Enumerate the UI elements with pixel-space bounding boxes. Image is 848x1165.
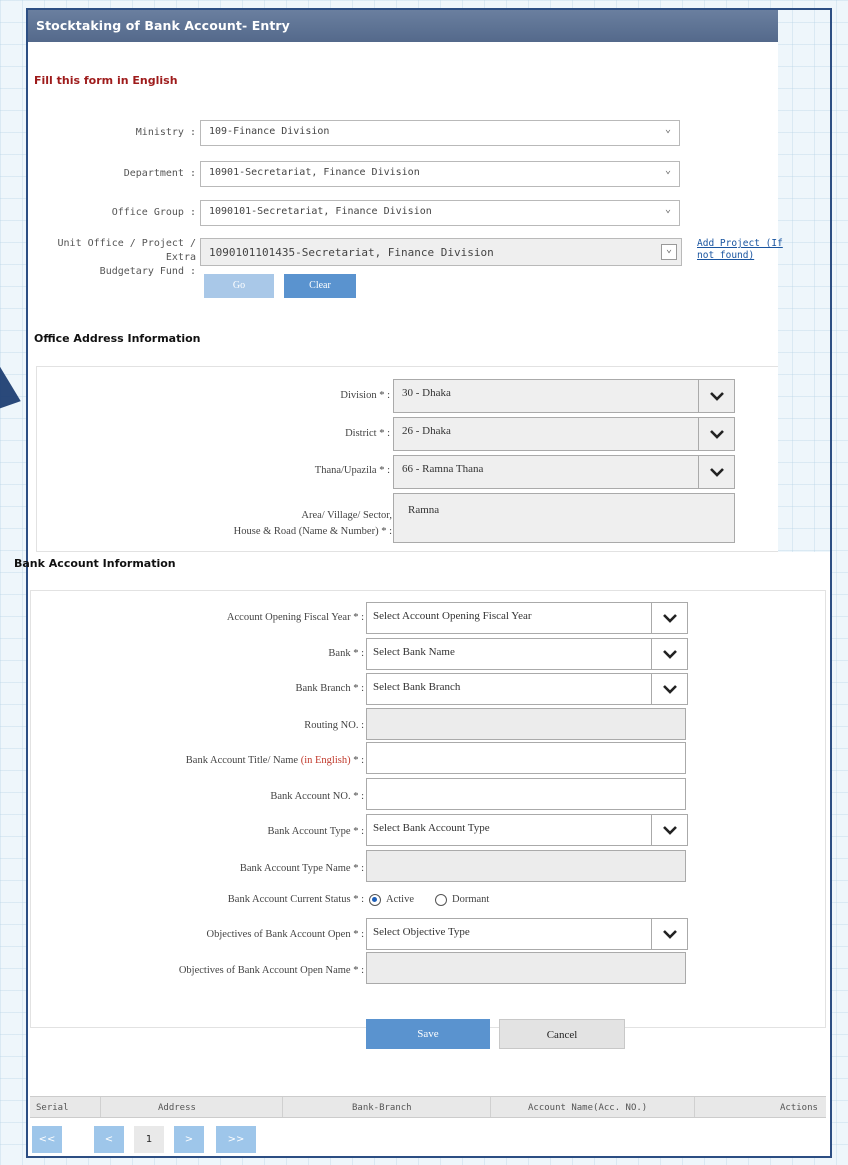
account-title-label-text: Bank Account Title/ Name — [185, 755, 299, 766]
dormant-radio[interactable] — [435, 894, 447, 906]
bank-label: Bank * : — [328, 648, 364, 659]
division-select[interactable]: 30 - Dhaka — [393, 379, 735, 413]
objective-value: Select Objective Type — [373, 926, 470, 938]
pagination-next-button[interactable]: > — [174, 1126, 204, 1153]
fill-note: Fill this form in English — [34, 74, 178, 87]
account-type-value: Select Bank Account Type — [373, 822, 490, 834]
unit-office-label-line2: Budgetary Fund : — [99, 266, 196, 277]
ministry-select[interactable]: 109-Finance Division ⌄ — [200, 120, 680, 146]
active-radio-label: Active — [386, 894, 414, 905]
add-project-link[interactable]: Add Project (If not found) — [697, 238, 783, 262]
dormant-radio-label: Dormant — [452, 894, 490, 905]
objective-select[interactable]: Select Objective Type — [366, 918, 688, 950]
cancel-button[interactable]: Cancel — [499, 1019, 625, 1049]
add-project-link-line1: Add Project (If — [697, 238, 783, 249]
thana-label: Thana/Upazila * : — [314, 465, 390, 476]
chevron-down-icon — [698, 456, 734, 488]
district-label: District * : — [345, 428, 390, 439]
account-type-name-input — [366, 850, 686, 882]
bank-account-heading: Bank Account Information — [14, 557, 176, 570]
clear-button[interactable]: Clear — [284, 274, 356, 298]
department-value: 10901-Secretariat, Finance Division — [209, 167, 420, 178]
active-radio[interactable] — [369, 894, 381, 906]
office-group-label: Office Group : — [111, 207, 196, 218]
account-number-label: Bank Account NO. * : — [270, 791, 364, 802]
routing-label: Routing NO. : — [304, 720, 364, 731]
column-divider — [490, 1097, 491, 1117]
account-title-label: Bank Account Title/ Name (in English) * … — [60, 755, 364, 766]
area-textarea[interactable]: Ramna — [393, 493, 735, 543]
pagination-current-page[interactable]: 1 — [134, 1126, 164, 1153]
bank-branch-value: Select Bank Branch — [373, 681, 461, 693]
column-divider — [694, 1097, 695, 1117]
thana-select[interactable]: 66 - Ramna Thana — [393, 455, 735, 489]
pagination-last-button[interactable]: >> — [216, 1126, 256, 1153]
division-label: Division * : — [340, 390, 390, 401]
objective-name-label: Objectives of Bank Account Open Name * : — [178, 965, 364, 976]
chevron-down-icon: ⌄ — [661, 244, 677, 260]
area-label-line2: House & Road (Name & Number) * : — [233, 526, 392, 537]
account-type-name-label: Bank Account Type Name * : — [239, 863, 364, 874]
chevron-down-icon — [651, 919, 687, 949]
fiscal-year-label: Account Opening Fiscal Year * : — [226, 612, 364, 623]
area-value: Ramna — [408, 504, 440, 516]
save-button[interactable]: Save — [366, 1019, 490, 1049]
column-divider — [282, 1097, 283, 1117]
account-number-input[interactable] — [366, 778, 686, 810]
pagination-prev-button[interactable]: < — [94, 1126, 124, 1153]
bank-value: Select Bank Name — [373, 646, 455, 658]
fiscal-year-value: Select Account Opening Fiscal Year — [373, 610, 532, 622]
ministry-label: Ministry : — [135, 127, 196, 138]
column-address: Address — [158, 1103, 196, 1113]
chevron-down-icon — [651, 603, 687, 633]
fiscal-year-select[interactable]: Select Account Opening Fiscal Year — [366, 602, 688, 634]
unit-office-label-line1: Unit Office / Project / Extra — [57, 238, 196, 263]
bank-branch-select[interactable]: Select Bank Branch — [366, 673, 688, 705]
account-title-label-english-note: (in English) — [300, 755, 351, 766]
ministry-value: 109-Finance Division — [209, 126, 330, 137]
account-title-input[interactable] — [366, 742, 686, 774]
column-divider — [100, 1097, 101, 1117]
chevron-down-icon: ⌄ — [664, 124, 671, 135]
unit-office-select[interactable]: 1090101101435-Secretariat, Finance Divis… — [200, 238, 682, 266]
window-title: Stocktaking of Bank Account- Entry — [28, 10, 778, 42]
objective-name-input — [366, 952, 686, 984]
department-label: Department : — [123, 168, 196, 179]
column-actions: Actions — [780, 1103, 818, 1113]
department-select[interactable]: 10901-Secretariat, Finance Division ⌄ — [200, 161, 680, 187]
chevron-down-icon — [698, 418, 734, 450]
unit-office-value: 1090101101435-Secretariat, Finance Divis… — [209, 246, 494, 259]
account-status-label: Bank Account Current Status * : — [227, 894, 364, 905]
office-group-value: 1090101-Secretariat, Finance Division — [209, 206, 432, 217]
add-project-link-line2: not found) — [697, 250, 755, 261]
bank-branch-label: Bank Branch * : — [295, 683, 364, 694]
unit-office-label: Unit Office / Project / Extra Budgetary … — [36, 237, 196, 279]
column-serial: Serial — [36, 1103, 69, 1113]
accounts-table-header: Serial Address Bank-Branch Account Name(… — [30, 1096, 826, 1118]
account-type-label: Bank Account Type * : — [267, 826, 364, 837]
chevron-down-icon — [651, 674, 687, 704]
objective-label: Objectives of Bank Account Open * : — [206, 929, 364, 940]
chevron-down-icon — [698, 380, 734, 412]
division-value: 30 - Dhaka — [402, 387, 451, 399]
office-group-select[interactable]: 1090101-Secretariat, Finance Division ⌄ — [200, 200, 680, 226]
office-address-heading: Office Address Information — [34, 332, 201, 345]
district-select[interactable]: 26 - Dhaka — [393, 417, 735, 451]
column-account-name: Account Name(Acc. NO.) — [528, 1103, 648, 1113]
account-title-label-suffix: * : — [350, 755, 364, 766]
routing-input — [366, 708, 686, 740]
column-bank-branch: Bank-Branch — [352, 1103, 412, 1113]
chevron-down-icon — [651, 815, 687, 845]
chevron-down-icon: ⌄ — [664, 165, 671, 176]
area-label-line1: Area/ Village/ Sector, — [301, 510, 392, 521]
chevron-down-icon — [651, 639, 687, 669]
account-type-select[interactable]: Select Bank Account Type — [366, 814, 688, 846]
area-label: Area/ Village/ Sector, House & Road (Nam… — [140, 508, 392, 540]
go-button[interactable]: Go — [204, 274, 274, 298]
bank-select[interactable]: Select Bank Name — [366, 638, 688, 670]
pagination-first-button[interactable]: << — [32, 1126, 62, 1153]
thana-value: 66 - Ramna Thana — [402, 463, 484, 475]
chevron-down-icon: ⌄ — [664, 204, 671, 215]
district-value: 26 - Dhaka — [402, 425, 451, 437]
